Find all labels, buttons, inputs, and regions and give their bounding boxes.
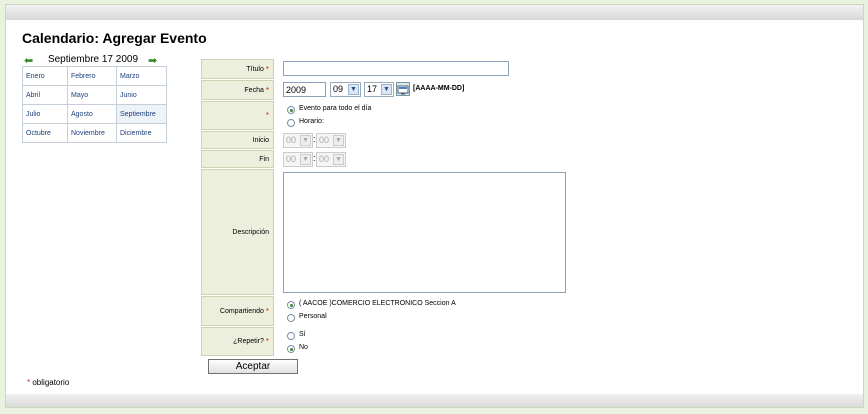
repetir-label-text: ¿Repetir?: [233, 338, 264, 345]
inicio-minute-value: 00: [319, 135, 330, 145]
month-link-diciembre[interactable]: Diciembre: [116, 123, 167, 143]
chevron-down-icon: ▼: [333, 154, 344, 165]
repeat-no-radio[interactable]: [287, 345, 295, 353]
chevron-down-icon: ▼: [333, 135, 344, 146]
schedule-radio[interactable]: [287, 119, 295, 127]
descripcion-textarea[interactable]: [283, 172, 566, 293]
required-mark: *: [265, 64, 269, 74]
month-link-octubre[interactable]: Octubre: [22, 123, 68, 143]
month-link-julio[interactable]: Julio: [22, 104, 68, 124]
calendar-picker-icon[interactable]: [396, 82, 410, 96]
all-day-radio[interactable]: [287, 106, 295, 114]
titulo-label: Título *: [201, 59, 274, 79]
all-day-label: Evento para todo el día: [299, 105, 372, 112]
fin-label-text: Fin: [259, 155, 269, 163]
required-footnote-text: obligatorio: [32, 378, 70, 387]
required-mark: *: [265, 337, 269, 346]
fecha-month-value: 09: [333, 84, 344, 94]
required-footnote: * obligatorio: [27, 378, 69, 387]
page-title: Calendario: Agregar Evento: [22, 30, 207, 46]
repeat-no-label: No: [299, 344, 308, 351]
month-link-abril[interactable]: Abril: [22, 85, 68, 105]
inicio-label: Inicio: [201, 131, 274, 149]
calendar-header: Septiembre 17 2009: [47, 54, 139, 65]
inicio-hour-value: 00: [286, 135, 297, 145]
month-link-enero[interactable]: Enero: [22, 66, 68, 86]
fecha-day-select[interactable]: 17 ▼: [364, 82, 394, 97]
titulo-input[interactable]: [283, 61, 509, 76]
chevron-down-icon: ▼: [348, 84, 359, 95]
fin-hour-select[interactable]: 00 ▼: [283, 152, 313, 167]
month-link-febrero[interactable]: Febrero: [67, 66, 117, 86]
required-mark: *: [265, 306, 269, 316]
share-personal-radio[interactable]: [287, 314, 295, 322]
time-mode-label: *: [201, 101, 274, 130]
month-link-marzo[interactable]: Marzo: [116, 66, 167, 86]
fecha-label-text: Fecha: [244, 86, 264, 94]
repetir-label: ¿Repetir? *: [201, 327, 274, 356]
titulo-label-text: Título: [246, 65, 264, 73]
top-bar: [6, 5, 863, 20]
compartiendo-label: Compartiendo *: [201, 296, 274, 326]
bottom-bar: [6, 394, 863, 407]
fecha-month-select[interactable]: 09 ▼: [330, 82, 361, 97]
inicio-hour-select[interactable]: 00 ▼: [283, 133, 313, 148]
fecha-day-value: 17: [367, 84, 378, 94]
descripcion-label-text: Descripción: [232, 228, 269, 236]
repeat-yes-radio[interactable]: [287, 332, 295, 340]
fin-minute-value: 00: [319, 154, 330, 164]
chevron-down-icon: ▼: [300, 154, 311, 165]
schedule-label: Horario:: [299, 118, 324, 125]
aceptar-button[interactable]: Aceptar: [208, 359, 298, 374]
share-personal-label: Personal: [299, 313, 327, 320]
fin-minute-select[interactable]: 00 ▼: [316, 152, 346, 167]
share-group-radio[interactable]: [287, 301, 295, 309]
share-group-label: ( AACOE )COMERCIO ELECTRONICO Seccion A: [299, 300, 456, 307]
descripcion-label: Descripción: [201, 169, 274, 295]
inicio-label-text: Inicio: [252, 136, 269, 144]
month-link-noviembre[interactable]: Noviembre: [67, 123, 117, 143]
month-link-junio[interactable]: Junio: [116, 85, 167, 105]
month-link-agosto[interactable]: Agosto: [67, 104, 117, 124]
repeat-yes-label: Sí: [299, 331, 306, 338]
fecha-label: Fecha *: [201, 80, 274, 100]
chevron-down-icon: ▼: [300, 135, 311, 146]
fin-label: Fin: [201, 150, 274, 168]
inicio-minute-select[interactable]: 00 ▼: [316, 133, 346, 148]
required-mark: *: [265, 111, 269, 120]
required-mark: *: [265, 85, 269, 95]
month-link-mayo[interactable]: Mayo: [67, 85, 117, 105]
compartiendo-label-text: Compartiendo: [219, 307, 264, 315]
date-format-hint: [AAAA-MM-DD]: [413, 85, 465, 92]
fin-hour-value: 00: [286, 154, 297, 164]
required-mark: *: [27, 378, 31, 387]
month-grid: Enero Febrero Marzo Abril Mayo Junio Jul…: [22, 66, 167, 143]
month-link-septiembre[interactable]: Septiembre: [116, 104, 167, 124]
fecha-year-input[interactable]: [283, 82, 326, 97]
chevron-down-icon: ▼: [381, 84, 392, 95]
